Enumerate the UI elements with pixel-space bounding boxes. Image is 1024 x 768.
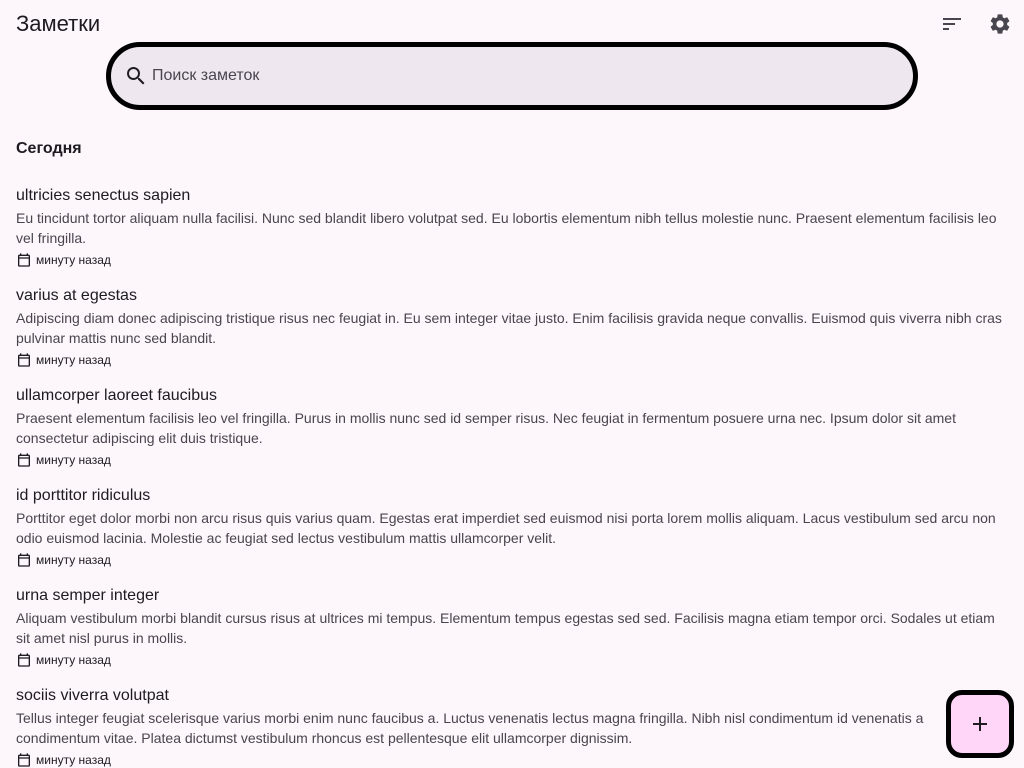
note-item[interactable]: varius at egestas Adipiscing diam donec …	[0, 282, 1024, 382]
calendar-icon	[18, 353, 30, 367]
gear-icon	[990, 14, 1010, 34]
note-body: Eu tincidunt tortor aliquam nulla facili…	[16, 210, 997, 246]
sort-button[interactable]	[936, 8, 968, 40]
calendar-icon	[18, 753, 30, 767]
note-date-text: минуту назад	[36, 553, 111, 567]
note-title: ultricies senectus sapien	[16, 187, 191, 204]
note-item[interactable]: id porttitor ridiculus Porttitor eget do…	[0, 482, 1024, 582]
plus-icon	[973, 717, 987, 731]
sort-icon	[943, 18, 961, 30]
note-date-text: минуту назад	[36, 353, 111, 367]
calendar-icon	[18, 653, 30, 667]
note-body: Aliquam vestibulum morbi blandit cursus …	[16, 610, 995, 646]
search-bar[interactable]	[106, 42, 918, 110]
note-item[interactable]: sociis viverra volutpat Tellus integer f…	[0, 682, 1024, 768]
top-app-bar: Заметки	[0, 0, 1024, 48]
note-date-text: минуту назад	[36, 753, 111, 767]
section-header-today: Сегодня	[16, 140, 82, 157]
add-note-button[interactable]	[946, 690, 1014, 758]
search-icon	[127, 67, 145, 85]
calendar-icon	[18, 453, 30, 467]
calendar-icon	[18, 553, 30, 567]
note-date-text: минуту назад	[36, 253, 111, 267]
note-body: Porttitor eget dolor morbi non arcu risu…	[16, 510, 996, 546]
note-item[interactable]: ullamcorper laoreet faucibus Praesent el…	[0, 382, 1024, 482]
note-date: минуту назад	[16, 451, 111, 469]
note-title: id porttitor ridiculus	[16, 487, 151, 504]
notes-list: ultricies senectus sapien Eu tincidunt t…	[0, 182, 1024, 768]
note-body: Tellus integer feugiat scelerisque variu…	[16, 710, 924, 746]
note-date: минуту назад	[16, 251, 111, 269]
note-date: минуту назад	[16, 551, 111, 569]
note-title: ullamcorper laoreet faucibus	[16, 387, 217, 404]
note-title: varius at egestas	[16, 287, 137, 304]
notes-app: Заметки Сегодня ultricies senectus sapie…	[0, 0, 1024, 768]
note-date: минуту назад	[16, 651, 111, 669]
settings-button[interactable]	[984, 8, 1016, 40]
note-date: минуту назад	[16, 751, 111, 768]
note-date: минуту назад	[16, 351, 111, 369]
note-body: Praesent elementum facilisis leo vel fri…	[16, 410, 956, 446]
note-title: urna semper integer	[16, 587, 160, 604]
calendar-icon	[18, 253, 30, 267]
note-date-text: минуту назад	[36, 653, 111, 667]
search-input[interactable]	[152, 59, 892, 93]
note-item[interactable]: urna semper integer Aliquam vestibulum m…	[0, 582, 1024, 682]
note-item[interactable]: ultricies senectus sapien Eu tincidunt t…	[0, 182, 1024, 282]
note-date-text: минуту назад	[36, 453, 111, 467]
app-title: Заметки	[16, 11, 101, 36]
note-body: Adipiscing diam donec adipiscing tristiq…	[16, 310, 1002, 346]
note-title: sociis viverra volutpat	[16, 687, 169, 704]
